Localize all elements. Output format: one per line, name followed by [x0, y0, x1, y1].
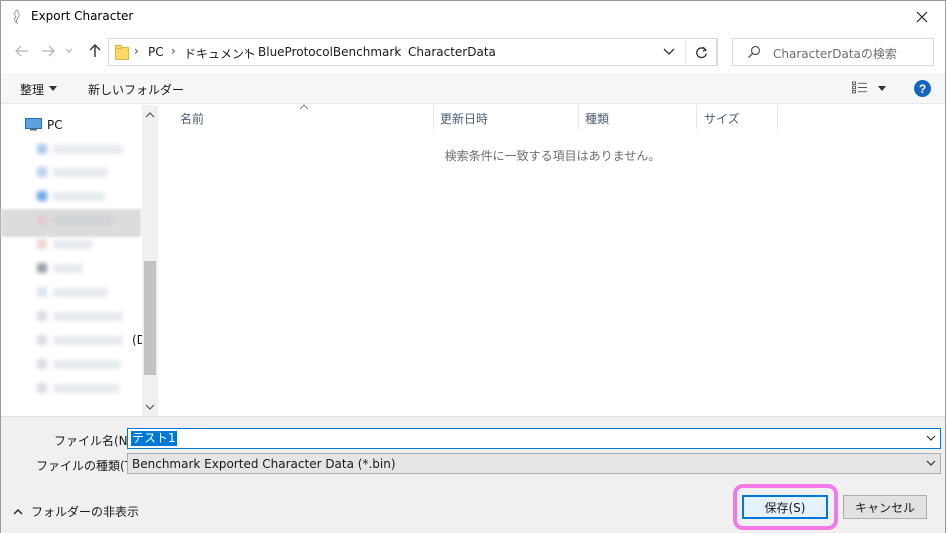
file-list[interactable]: 名前 更新日時 種類 サイズ 検索条件に一致する項目はありません。: [160, 104, 945, 416]
nav-item-pc[interactable]: PC: [47, 118, 63, 132]
column-header-name[interactable]: 名前: [180, 110, 204, 127]
filetype-label: ファイルの種類(T):: [36, 459, 141, 473]
command-bar: 整理 新しいフォルダー: [1, 73, 945, 104]
back-arrow-icon: [15, 45, 28, 57]
nav-scrollbar-thumb[interactable]: [144, 261, 156, 375]
window-title: Export Character: [31, 9, 134, 23]
recent-locations-button[interactable]: [63, 42, 75, 60]
nav-item-icon: [37, 144, 47, 154]
filename-label: ファイル名(N):: [54, 434, 137, 448]
hide-folders-label: フォルダーの非表示: [31, 505, 140, 519]
search-input[interactable]: CharacterDataの検索: [732, 38, 934, 66]
chevron-down-icon: [663, 48, 675, 55]
nav-item-icon: [37, 311, 47, 321]
organize-button[interactable]: 整理: [20, 81, 44, 98]
organize-caret-icon: [49, 86, 57, 91]
search-placeholder: CharacterDataの検索: [773, 47, 897, 61]
nav-item-icon: [37, 383, 47, 393]
filename-input[interactable]: テスト1: [127, 428, 941, 449]
nav-item-icon: [37, 215, 47, 225]
nav-item-blurred[interactable]: [53, 312, 123, 321]
nav-item-blurred[interactable]: [53, 216, 113, 225]
nav-item-icon: [37, 263, 47, 273]
breadcrumb-blueprotocolbenchmark[interactable]: BlueProtocolBenchmark: [258, 45, 401, 59]
nav-scrollbar[interactable]: [142, 105, 158, 416]
column-divider: [578, 105, 579, 129]
close-icon: [916, 11, 928, 22]
forward-button[interactable]: [39, 42, 57, 60]
column-divider: [433, 105, 434, 129]
help-icon[interactable]: ?: [914, 80, 931, 97]
up-button[interactable]: [86, 42, 104, 60]
column-divider: [777, 105, 778, 129]
pc-icon: [25, 118, 42, 131]
back-button[interactable]: [13, 42, 31, 60]
folder-icon: [115, 45, 129, 60]
nav-item-blurred[interactable]: [53, 240, 93, 249]
chevron-down-icon[interactable]: [926, 434, 936, 442]
search-icon: [748, 45, 761, 58]
nav-item-icon: [37, 191, 47, 201]
nav-item-icon: [37, 287, 47, 297]
filename-value: テスト1: [131, 431, 177, 446]
hide-folders-toggle[interactable]: フォルダーの非表示: [13, 503, 139, 520]
chevron-down-icon: [926, 460, 936, 466]
chevron-up-icon: [13, 509, 23, 515]
address-bar[interactable]: › PC › ドキュメント › BlueProtocolBenchmark › …: [108, 38, 718, 66]
column-header-type[interactable]: 種類: [585, 110, 609, 127]
column-header-modified[interactable]: 更新日時: [440, 110, 488, 127]
nav-item-icon: [37, 239, 47, 249]
nav-item-icon: [37, 335, 47, 345]
save-button[interactable]: 保存(S): [742, 495, 828, 519]
new-folder-button[interactable]: 新しいフォルダー: [88, 81, 184, 98]
nav-item-blurred[interactable]: [53, 384, 119, 393]
nav-item-blurred[interactable]: [53, 336, 123, 345]
cancel-button[interactable]: キャンセル: [843, 495, 927, 519]
nav-item-blurred[interactable]: [53, 168, 108, 177]
nav-item-blurred[interactable]: [53, 145, 123, 154]
address-divider: [685, 41, 686, 63]
filetype-value: Benchmark Exported Character Data (*.bin…: [132, 457, 396, 471]
recent-dropdown-icon: [65, 48, 73, 53]
close-button[interactable]: [899, 1, 945, 32]
nav-item-icon: [37, 359, 47, 369]
view-options-caret-icon[interactable]: [878, 86, 886, 91]
breadcrumb-pc[interactable]: PC: [148, 45, 164, 59]
address-history-dropdown[interactable]: [663, 45, 679, 61]
nav-item-blurred[interactable]: [53, 288, 108, 297]
column-header-size[interactable]: サイズ: [704, 110, 740, 127]
nav-item-blurred[interactable]: [53, 192, 105, 201]
sort-ascending-icon: [299, 104, 309, 110]
forward-arrow-icon: [42, 45, 55, 57]
app-icon: [14, 9, 20, 24]
nav-item-blurred[interactable]: [53, 264, 83, 273]
column-divider: [696, 105, 697, 129]
filetype-select[interactable]: Benchmark Exported Character Data (*.bin…: [127, 453, 941, 474]
nav-item-blurred[interactable]: [53, 360, 121, 369]
up-arrow-icon: [89, 44, 101, 57]
nav-item-icon: [37, 167, 47, 177]
breadcrumb-characterdata[interactable]: CharacterData: [408, 45, 496, 59]
refresh-icon: [696, 46, 708, 58]
empty-list-message: 検索条件に一致する項目はありません。: [444, 149, 661, 163]
chevron-up-icon[interactable]: [145, 111, 155, 119]
refresh-button[interactable]: [687, 38, 717, 66]
save-dialog: Export Character › PC › ドキュメント › BluePro…: [0, 0, 946, 533]
view-options-icon[interactable]: [852, 81, 868, 94]
chevron-down-icon[interactable]: [145, 403, 155, 411]
title-bar: Export Character: [1, 1, 945, 32]
navigation-pane: PC (D: [1, 105, 159, 416]
